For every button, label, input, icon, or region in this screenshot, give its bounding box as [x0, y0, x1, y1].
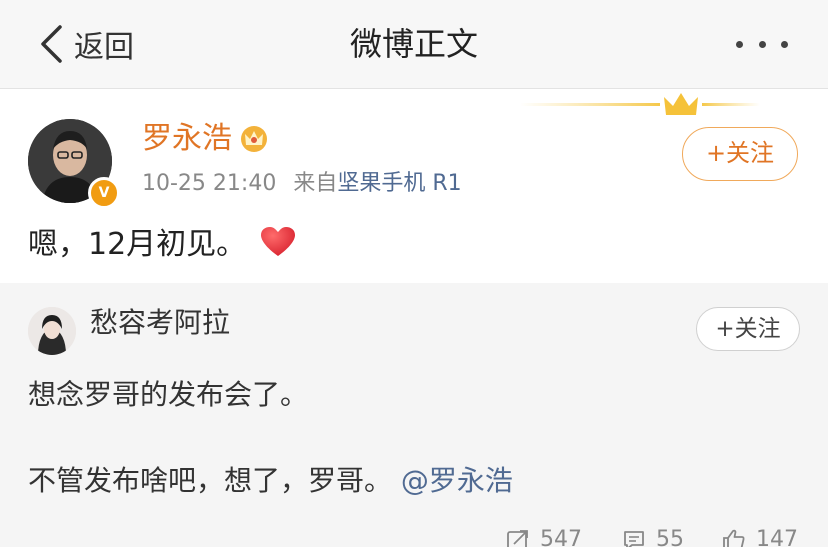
- like-count: 147: [756, 527, 798, 547]
- weibo-detail-page: 返回 微博正文 V 罗永浩 10-25 21:40 来自坚果手机 R1 +关注 …: [0, 0, 828, 547]
- repost-card: 愁容考阿拉 +关注 想念罗哥的发布会了。 不管发布啥吧，想了，罗哥。 @罗永浩 …: [0, 283, 828, 547]
- repost-count-button[interactable]: 547: [506, 527, 582, 547]
- repost-avatar[interactable]: [28, 307, 76, 355]
- repost-author-name[interactable]: 愁容考阿拉: [90, 303, 230, 343]
- comment-icon: [624, 530, 644, 547]
- author-name[interactable]: 罗永浩: [142, 119, 232, 159]
- repost-count: 547: [540, 527, 582, 547]
- like-icon: [723, 529, 745, 547]
- comment-count-button[interactable]: 55: [622, 527, 684, 547]
- like-count-button[interactable]: 147: [722, 527, 798, 547]
- source-device[interactable]: 坚果手机 R1: [337, 171, 461, 196]
- post-body: 嗯，12月初见。: [28, 225, 296, 265]
- more-dots-icon[interactable]: [736, 36, 788, 52]
- weibo-post: V 罗永浩 10-25 21:40 来自坚果手机 R1 +关注 嗯，12月初见。: [0, 89, 828, 283]
- follow-button[interactable]: +关注: [682, 127, 798, 181]
- post-meta: 10-25 21:40 来自坚果手机 R1: [142, 169, 462, 199]
- vip-crown-icon: [241, 126, 267, 152]
- page-title: 微博正文: [349, 25, 478, 63]
- mention-link[interactable]: @罗永浩: [401, 464, 513, 497]
- repost-text-line1: 想念罗哥的发布会了。: [28, 378, 309, 411]
- repost-follow-button[interactable]: +关注: [696, 307, 800, 351]
- top-nav-bar: 返回 微博正文: [0, 0, 828, 89]
- heart-icon: [260, 227, 295, 256]
- comment-count: 55: [656, 527, 684, 547]
- source-prefix: 来自: [293, 171, 338, 196]
- repost-icon: [507, 529, 528, 547]
- repost-text-line2: 不管发布啥吧，想了，罗哥。 @罗永浩: [28, 461, 513, 501]
- post-text: 嗯，12月初见。: [28, 227, 247, 262]
- verified-badge: V: [88, 177, 120, 209]
- post-time: 10-25 21:40: [142, 171, 277, 196]
- repost-text: 不管发布啥吧，想了，罗哥。: [28, 464, 393, 497]
- crown-decoration-icon: [520, 93, 760, 115]
